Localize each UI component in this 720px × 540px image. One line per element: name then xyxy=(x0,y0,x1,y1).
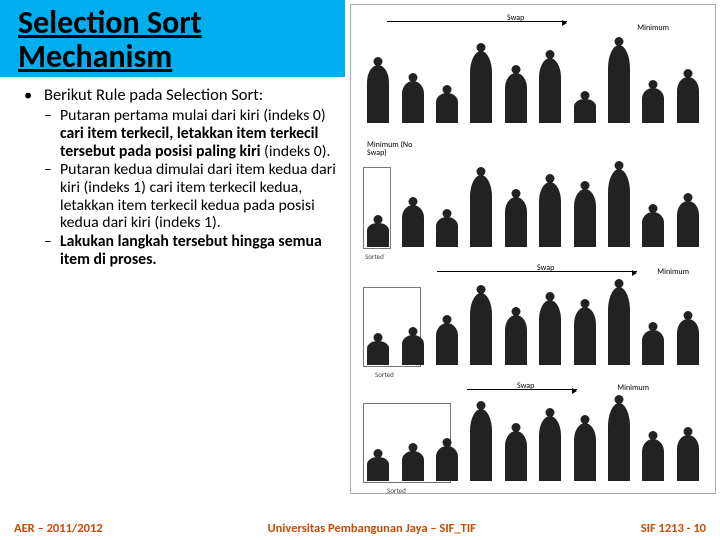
person-icon xyxy=(539,182,561,247)
people-row-4 xyxy=(357,403,709,481)
person-icon xyxy=(402,451,424,481)
minimum-label-3: Minimum xyxy=(617,383,649,393)
person-icon xyxy=(367,65,389,123)
person-icon xyxy=(642,212,664,247)
bullet-main: Berikut Rule pada Selection Sort: xyxy=(30,85,336,105)
person-icon xyxy=(677,319,699,365)
content-area: Berikut Rule pada Selection Sort: Putara… xyxy=(0,77,348,268)
person-icon xyxy=(470,51,492,123)
sorted-label-3: Sorted xyxy=(387,486,406,495)
minimum-label-2: Minimum xyxy=(657,267,689,277)
panel-4: Swap Minimum Sorted xyxy=(357,377,709,487)
people-row-1 xyxy=(357,45,709,123)
person-icon xyxy=(436,217,458,247)
sub-item-2: Putaran kedua dimulai dari item kedua da… xyxy=(44,161,336,232)
person-icon xyxy=(505,431,527,481)
person-icon xyxy=(505,197,527,247)
person-icon xyxy=(470,409,492,481)
people-row-3 xyxy=(357,287,709,365)
person-icon xyxy=(505,73,527,123)
footer-left: AER – 2011/2012 xyxy=(14,521,103,536)
person-icon xyxy=(367,341,389,365)
person-icon xyxy=(642,88,664,123)
person-icon xyxy=(470,175,492,247)
sub-item-3: Lakukan langkah tersebut hingga semua it… xyxy=(44,233,336,268)
person-icon xyxy=(367,457,389,481)
sub1-part-a: Putaran pertama mulai dari kiri (indeks … xyxy=(60,106,326,125)
person-icon xyxy=(539,300,561,365)
person-icon xyxy=(367,223,389,247)
person-icon xyxy=(642,439,664,481)
footer-center: Universitas Pembangunan Jaya – SIF_TIF xyxy=(267,521,475,536)
panel-2: Minimum (No Swap) Sorted xyxy=(357,135,709,253)
minimum-label: Minimum xyxy=(637,23,669,33)
person-icon xyxy=(402,205,424,247)
swap-arrow xyxy=(387,21,567,22)
person-icon xyxy=(574,99,596,123)
person-icon xyxy=(608,169,630,247)
footer-right: SIF 1213 - 10 xyxy=(641,521,706,536)
title-bar: Selection Sort Mechanism xyxy=(0,0,345,77)
swap-arrow-2 xyxy=(437,271,637,272)
slide-title: Selection Sort Mechanism xyxy=(18,6,327,73)
sub3-bold: Lakukan langkah tersebut hingga semua it… xyxy=(60,232,322,269)
swap-arrow-3 xyxy=(467,389,577,390)
panel-3: Swap Minimum Sorted xyxy=(357,259,709,371)
person-icon xyxy=(574,307,596,365)
person-icon xyxy=(505,315,527,365)
person-icon xyxy=(677,435,699,481)
person-icon xyxy=(608,403,630,481)
illustration: Swap Minimum Minimum (No Swap) Sorted Sw… xyxy=(350,4,716,494)
person-icon xyxy=(677,77,699,123)
person-icon xyxy=(677,201,699,247)
person-icon xyxy=(574,423,596,481)
sub1-part-c: (indeks 0). xyxy=(260,142,330,161)
person-icon xyxy=(402,81,424,123)
people-row-2 xyxy=(357,169,709,247)
min-noswap-label: Minimum (No Swap) xyxy=(367,141,417,157)
person-icon xyxy=(539,58,561,123)
person-icon xyxy=(402,335,424,365)
sub-item-1: Putaran pertama mulai dari kiri (indeks … xyxy=(44,107,336,160)
person-icon xyxy=(436,93,458,123)
person-icon xyxy=(642,330,664,365)
person-icon xyxy=(539,416,561,481)
person-icon xyxy=(574,189,596,247)
person-icon xyxy=(608,45,630,123)
person-icon xyxy=(470,293,492,365)
person-icon xyxy=(436,446,458,481)
footer: AER – 2011/2012 Universitas Pembangunan … xyxy=(0,521,720,536)
person-icon xyxy=(608,287,630,365)
person-icon xyxy=(436,323,458,365)
panel-1: Swap Minimum xyxy=(357,11,709,129)
